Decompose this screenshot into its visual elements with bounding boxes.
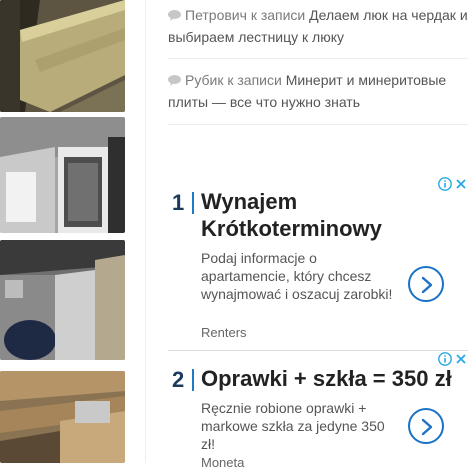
ad-number: 1 (172, 190, 185, 215)
comment-post-link-cont[interactable]: выбираем лестницу к люку (168, 29, 344, 45)
thumbnail-wooden-beam[interactable] (0, 0, 125, 112)
comment-connector: к записи (250, 7, 306, 23)
chevron-right-icon (421, 418, 433, 436)
thumbnail-window-frame[interactable] (0, 117, 125, 233)
comment-post-link-cont[interactable]: плиты — все что нужно знать (168, 94, 360, 110)
thumbnail-attic-space[interactable] (0, 240, 125, 360)
ad-unit[interactable]: 2 Oprawki + szkła = 350 zł Ręcznie robio… (168, 351, 469, 470)
ad-accent-bar (192, 369, 194, 391)
ad-go-button[interactable] (408, 408, 444, 444)
column-divider (145, 0, 146, 463)
ad-desc-line: Ręcznie robione oprawki + (201, 400, 367, 416)
thumbnail-roof-beams[interactable] (0, 371, 125, 463)
ad-number: 2 (172, 367, 185, 392)
ad-unit[interactable]: 1 Wynajem Krótkoterminowy Podaj informac… (168, 172, 469, 348)
ad-desc-line: apartamencie, który chcesz (201, 268, 372, 284)
ad-desc-line: markowe szkła za jedyne 350 (201, 418, 385, 434)
ad-title-line[interactable]: Wynajem (201, 189, 297, 214)
chevron-right-icon (421, 276, 433, 294)
comment-item: Рубик к записи Минерит и минеритовые пли… (168, 69, 468, 113)
info-icon[interactable] (438, 352, 452, 366)
post-thumbnails (0, 0, 126, 463)
ad-title[interactable]: Wynajem Krótkoterminowy (201, 188, 466, 242)
comment-separator (168, 124, 468, 125)
comment-connector: к записи (227, 72, 282, 88)
comment-separator (168, 58, 468, 59)
ad-desc-line: zł! (201, 436, 215, 452)
comment-post-link[interactable]: Делаем люк на чердак и (309, 7, 467, 23)
comment-post-link[interactable]: Минерит и минеритовые (286, 72, 447, 88)
comment-item: Петрович к записи Делаем люк на чердак и… (168, 4, 468, 48)
comment-author: Петрович (185, 7, 247, 23)
ad-desc-line: Podaj informacje o (201, 250, 317, 266)
ad-brand[interactable]: Renters (201, 325, 247, 340)
ad-accent-bar (192, 192, 194, 214)
ad-go-button[interactable] (408, 266, 444, 302)
ad-desc-line: wynajmować i oszacuj zarobki! (201, 286, 393, 302)
comment-bubble-icon (168, 5, 181, 21)
ad-description: Podaj informacje o apartamencie, który c… (201, 249, 401, 303)
comment-author: Рубик (185, 72, 224, 88)
ad-description: Ręcznie robione oprawki + markowe szkła … (201, 399, 401, 453)
comment-bubble-icon (168, 70, 181, 86)
ad-title[interactable]: Oprawki + szkła = 350 zł (201, 365, 466, 392)
close-icon[interactable] (455, 353, 467, 365)
ad-title-line[interactable]: Krótkoterminowy (201, 216, 382, 241)
